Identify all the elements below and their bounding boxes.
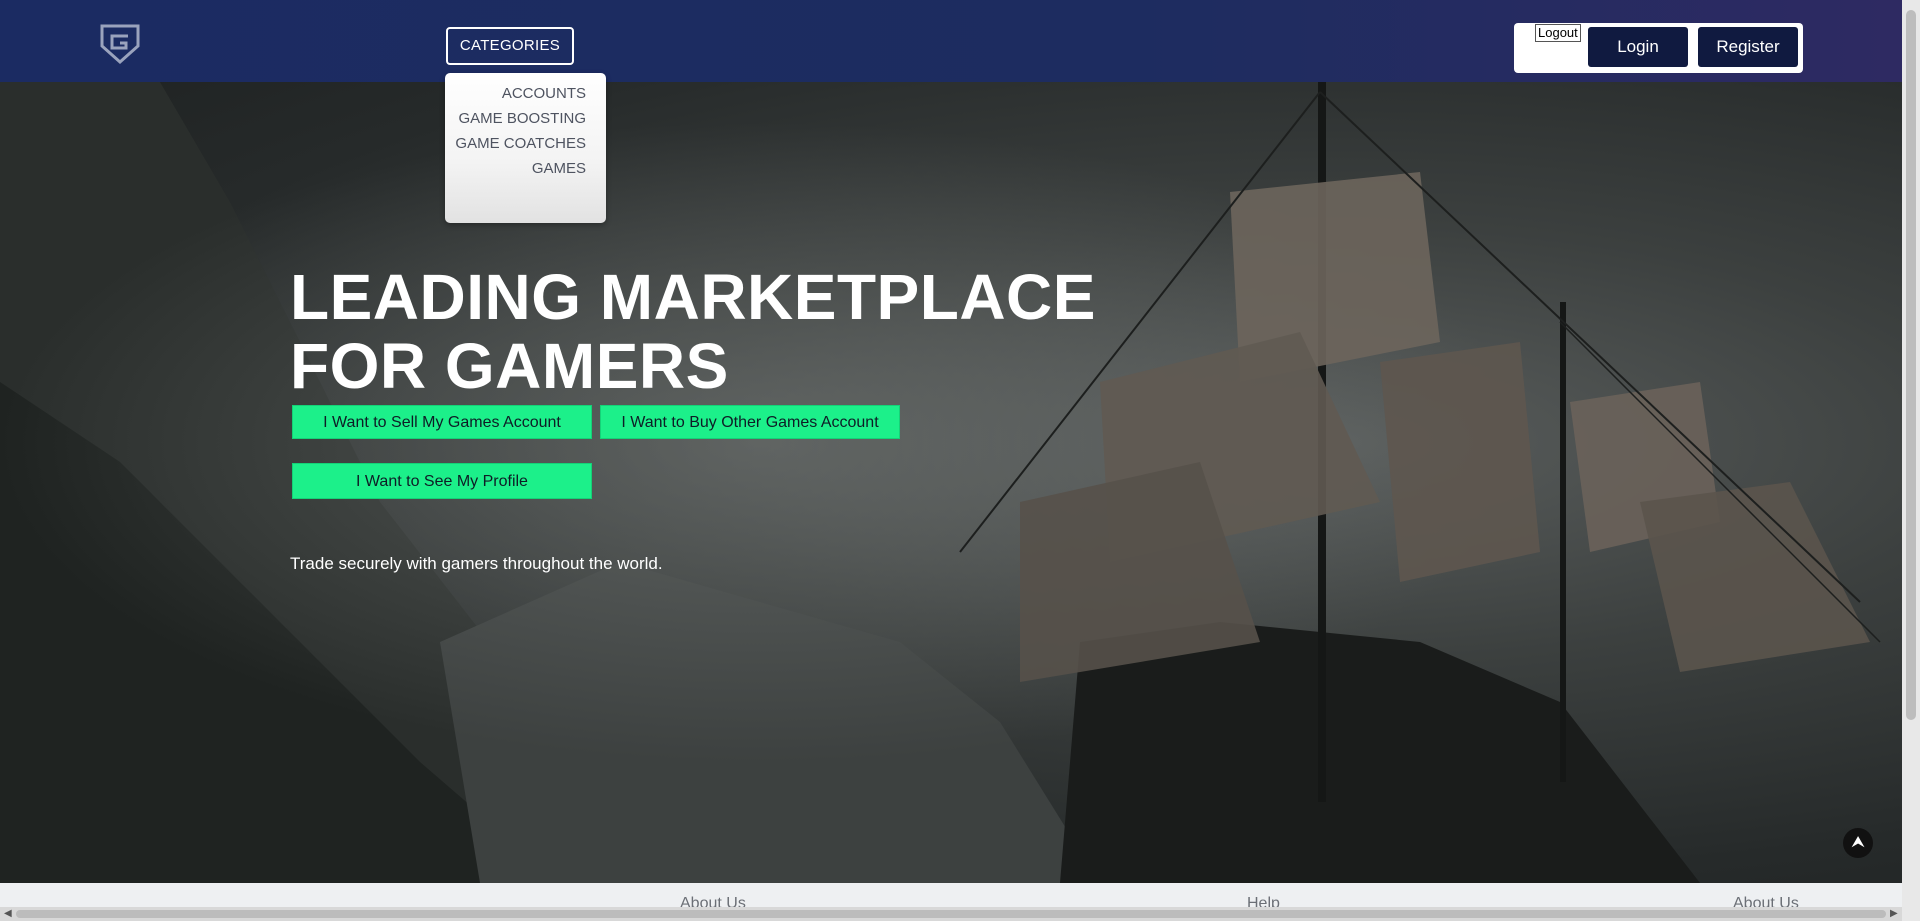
hero-tagline: Trade securely with gamers throughout th… (290, 554, 663, 573)
dropdown-item-accounts[interactable]: ACCOUNTS (502, 85, 586, 102)
dropdown-item-games[interactable]: GAMES (532, 160, 586, 177)
categories-dropdown-menu: ACCOUNTS GAME BOOSTING GAME COATCHES GAM… (445, 73, 606, 223)
vertical-scrollbar[interactable] (1902, 0, 1920, 921)
hero-headline: LEADING MARKETPLACE FOR GAMERS (290, 263, 1110, 401)
categories-button[interactable]: CATEGORIES (446, 27, 574, 65)
hero-background (0, 82, 1902, 883)
scroll-right-icon[interactable]: ▶ (1890, 907, 1898, 921)
horizontal-scroll-thumb[interactable] (16, 910, 1886, 918)
sell-account-button[interactable]: I Want to Sell My Games Account (292, 405, 592, 439)
pirate-ship-scene-image (0, 82, 1902, 883)
see-profile-button[interactable]: I Want to See My Profile (292, 463, 592, 499)
horizontal-scrollbar[interactable]: ◀ ▶ (0, 907, 1902, 921)
logout-link[interactable]: Logout (1535, 24, 1581, 42)
dropdown-item-game-coatches[interactable]: GAME COATCHES (455, 135, 586, 152)
vertical-scroll-thumb[interactable] (1906, 10, 1916, 720)
buy-account-button[interactable]: I Want to Buy Other Games Account (600, 405, 900, 439)
register-button[interactable]: Register (1698, 27, 1798, 67)
scroll-left-icon[interactable]: ◀ (4, 907, 12, 921)
hero-headline-line1: LEADING MARKETPLACE (290, 261, 1096, 333)
login-button[interactable]: Login (1588, 27, 1688, 67)
arrow-up-icon: ⮝ (1851, 834, 1865, 851)
gamer-shield-logo-icon[interactable] (98, 22, 142, 64)
hero-headline-line2: FOR GAMERS (290, 330, 729, 402)
dropdown-item-game-boosting[interactable]: GAME BOOSTING (458, 110, 586, 127)
scroll-to-top-button[interactable]: ⮝ (1843, 828, 1873, 858)
